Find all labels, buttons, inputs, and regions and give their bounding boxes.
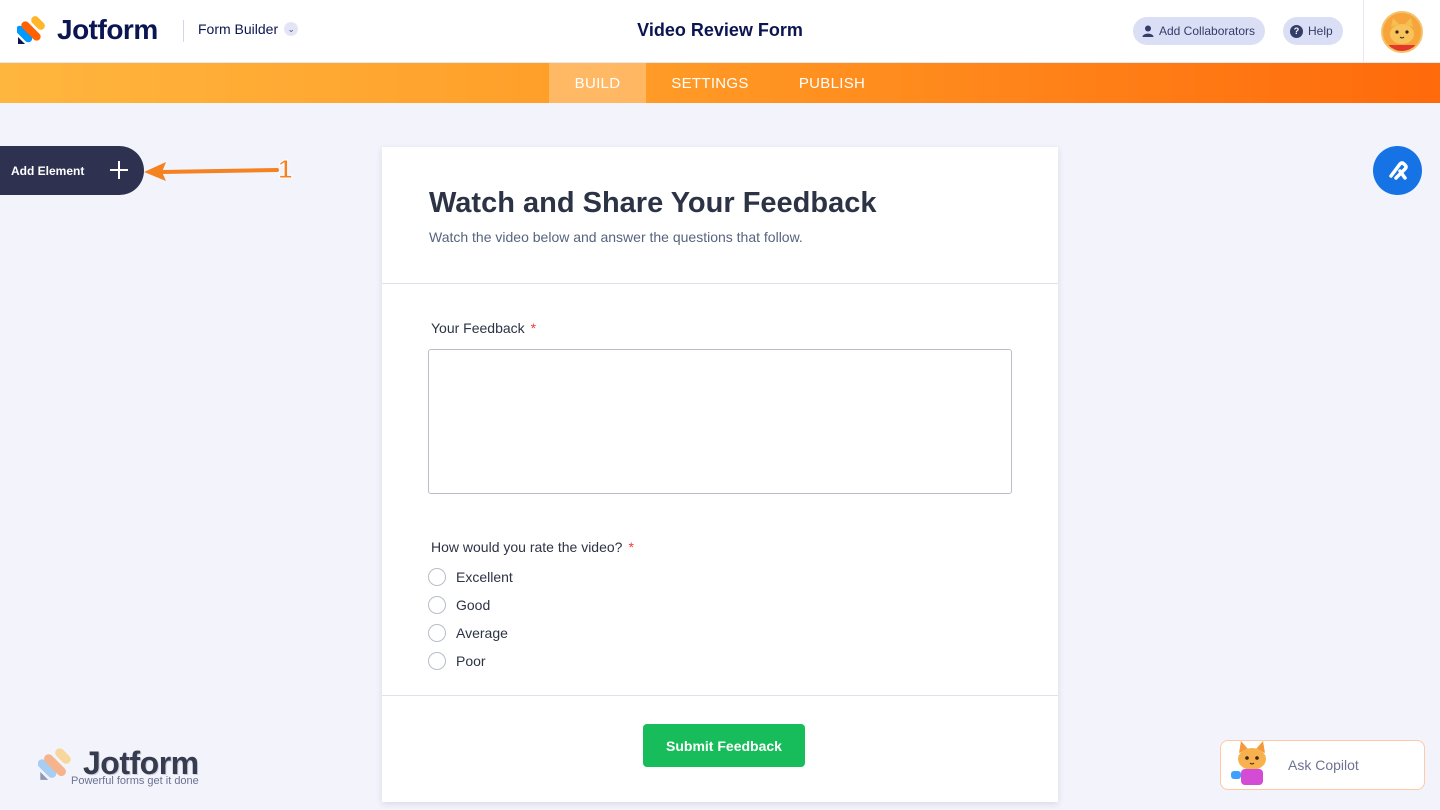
help-button[interactable]: ? Help [1283,17,1343,45]
avatar[interactable] [1381,11,1423,53]
radio-option-label: Average [456,625,508,641]
radio-option-label: Poor [456,653,486,669]
rating-label-text: How would you rate the video? [431,539,623,555]
jotform-logo[interactable]: Jotform [17,14,158,46]
radio-option-poor[interactable]: Poor [428,652,486,670]
form-designer-button[interactable] [1373,146,1422,195]
feedback-textarea[interactable] [428,349,1012,494]
form-builder-dropdown[interactable]: Form Builder ⌄ [198,21,299,37]
tab-build[interactable]: BUILD [549,63,646,103]
copilot-cat-icon [1231,741,1266,785]
footer-tagline: Powerful forms get it done [71,775,199,787]
brand-name: Jotform [57,14,158,45]
footer-divider [382,695,1058,696]
submit-button[interactable]: Submit Feedback [643,724,805,767]
radio-button[interactable] [428,568,446,586]
annotation-number: 1 [278,154,292,184]
tab-settings-label: SETTINGS [671,74,749,92]
radio-button[interactable] [428,652,446,670]
user-icon [1142,25,1154,37]
tab-publish[interactable]: PUBLISH [774,63,890,103]
tab-publish-label: PUBLISH [798,74,866,92]
form-header-section[interactable]: Watch and Share Your Feedback Watch the … [382,147,1058,284]
question-icon: ? [1290,24,1303,38]
required-asterisk: * [530,320,537,336]
header-separator [1363,0,1364,63]
help-label: Help [1308,24,1333,38]
ask-copilot-label: Ask Copilot [1288,757,1359,773]
radio-option-excellent[interactable]: Excellent [428,568,513,586]
plus-icon [110,161,128,179]
ask-copilot-button[interactable]: Ask Copilot [1220,740,1425,790]
tab-settings[interactable]: SETTINGS [646,63,774,103]
radio-option-average[interactable]: Average [428,624,508,642]
feedback-label-text: Your Feedback [431,320,525,336]
add-collaborators-label: Add Collaborators [1159,24,1256,38]
chevron-down-icon: ⌄ [284,22,299,36]
radio-option-label: Good [456,597,491,613]
form-heading: Watch and Share Your Feedback [429,187,877,219]
radio-button[interactable] [428,596,446,614]
radio-button[interactable] [428,624,446,642]
jotform-logo-icon [38,748,71,780]
top-bar: Jotform Form Builder ⌄ Video Review Form… [0,0,1440,63]
paint-roller-icon [1388,160,1408,180]
jotform-logo-icon [17,16,45,44]
tab-build-label: BUILD [574,74,621,92]
form-card: Watch and Share Your Feedback Watch the … [382,147,1058,802]
cat-avatar-icon [1383,13,1421,51]
form-subheading: Watch the video below and answer the que… [429,229,803,245]
builder-nav-bar: BUILD SETTINGS PUBLISH [0,63,1440,103]
radio-option-good[interactable]: Good [428,596,490,614]
annotation-arrow: 1 [144,154,293,185]
header-divider [183,20,184,42]
question-label-rating[interactable]: How would you rate the video? * [431,539,634,555]
add-element-label: Add Element [11,163,85,178]
add-element-button[interactable]: Add Element [0,146,144,195]
form-builder-label: Form Builder [198,21,279,37]
add-collaborators-button[interactable]: Add Collaborators [1133,17,1266,45]
required-asterisk: * [628,539,634,555]
radio-option-label: Excellent [456,569,513,585]
question-label-feedback[interactable]: Your Feedback * [431,320,536,336]
